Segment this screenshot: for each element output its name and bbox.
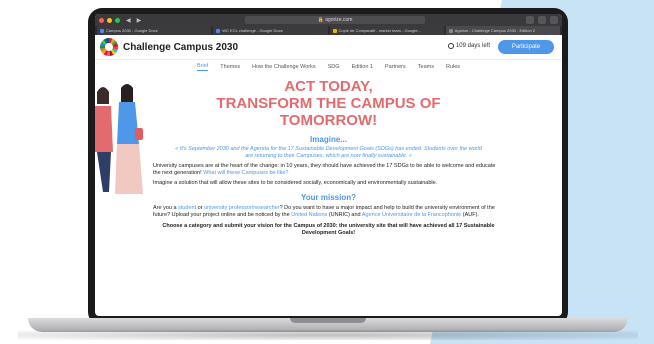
tab-label: Copie de Comparatif - market team - Goog… [338, 28, 421, 33]
imagine-heading: Imagine... [310, 135, 347, 144]
clock-icon [447, 43, 454, 49]
call-to-action-text: Choose a category and submit your vision… [162, 223, 495, 236]
tab-label: Agorize - Challenge Campus 2030 - Editio… [454, 28, 536, 33]
agorize-icon [448, 28, 453, 33]
browser-toolbar: ◀ ▶ 🔒 agorize.com [95, 14, 562, 26]
back-icon[interactable]: ◀ [126, 17, 131, 24]
browser-screen: ◀ ▶ 🔒 agorize.com Campus 2030 - Google D… [95, 14, 562, 316]
campuses-link[interactable]: What will these Campuses be like? [203, 170, 288, 176]
students-illustration [95, 84, 143, 194]
mission-text: Are you a [153, 205, 177, 211]
hero-line-2: TRANSFORM THE CAMPUS OF [216, 95, 441, 112]
challenge-subnav: Brief Themes How the Challenge Works SDG… [95, 60, 562, 74]
tab-themes[interactable]: Themes [220, 64, 240, 70]
mission-text: or [197, 205, 203, 211]
mission-text: (AUF). [462, 212, 479, 218]
tab-rules[interactable]: Rules [446, 64, 460, 70]
browser-tab[interactable]: Copie de Comparatif - market team - Goog… [329, 26, 444, 35]
student-link[interactable]: student [178, 205, 196, 211]
docs-icon [216, 28, 221, 33]
docs-icon [100, 28, 104, 33]
browser-tab[interactable]: WC ECL challenge - Google Docs [213, 26, 328, 35]
maximize-icon[interactable] [115, 17, 120, 23]
minimize-icon[interactable] [107, 17, 112, 23]
hero-line-3: TOMORROW! [279, 112, 378, 129]
tab-label: Campus 2030 - Google Docs [106, 28, 158, 33]
tab-label: WC ECL challenge - Google Docs [222, 28, 283, 33]
mission-heading: Your mission? [301, 193, 356, 202]
tab-how-it-works[interactable]: How the Challenge Works [252, 64, 315, 70]
tab-bar: Campus 2030 - Google Docs WC ECL challen… [95, 26, 562, 35]
sdg-wheel-logo-icon[interactable] [100, 38, 118, 56]
url-text: agorize.com [325, 17, 353, 23]
close-icon[interactable] [99, 17, 104, 23]
share-icon[interactable] [538, 16, 546, 24]
browser-actions [526, 16, 558, 24]
participate-button[interactable]: Participate [498, 40, 554, 54]
mission-text: (UNRIC) and [328, 212, 361, 218]
tabs-icon[interactable] [550, 16, 558, 24]
brief-content: ACT TODAY, TRANSFORM THE CAMPUS OF TOMOR… [95, 78, 562, 237]
browser-tab-active[interactable]: Agorize - Challenge Campus 2030 - Editio… [445, 26, 560, 35]
forward-icon[interactable]: ▶ [137, 17, 142, 24]
tab-brief[interactable]: Brief [196, 63, 209, 71]
address-bar[interactable]: 🔒 agorize.com [245, 16, 425, 24]
united-nations-link[interactable]: United Nations [291, 212, 327, 218]
intro-paragraph: University campuses are at the heart of … [153, 163, 504, 177]
days-left-text: 109 days left [455, 43, 490, 49]
mission-paragraph: Are you a student or university professo… [153, 205, 504, 219]
browser-tab[interactable]: Campus 2030 - Google Docs [97, 26, 212, 35]
professor-link[interactable]: university professor/researcher [204, 205, 280, 211]
auf-link[interactable]: Agence Universitaire de la Francophonie [362, 212, 461, 218]
tab-edition-1[interactable]: Edition 1 [352, 64, 373, 70]
window-controls [99, 17, 120, 23]
sheets-icon [332, 28, 337, 33]
download-icon[interactable] [526, 16, 534, 24]
vision-quote: « It's September 2030 and the Agenda for… [175, 146, 482, 159]
days-left-counter: 109 days left [447, 43, 490, 49]
site-header: Challenge Campus 2030 109 days left Part… [95, 35, 562, 60]
imagine-paragraph: Imagine a solution that will allow these… [153, 180, 438, 186]
site-title[interactable]: Challenge Campus 2030 [123, 42, 238, 53]
hero-line-1: ACT TODAY, [284, 78, 373, 95]
tab-sdg[interactable]: SDG [328, 64, 340, 70]
tab-partners[interactable]: Partners [385, 64, 406, 70]
laptop-shadow [18, 330, 638, 340]
tab-teams[interactable]: Teams [418, 64, 434, 70]
hero-headline: ACT TODAY, TRANSFORM THE CAMPUS OF TOMOR… [153, 78, 504, 129]
laptop-notch [290, 318, 366, 323]
